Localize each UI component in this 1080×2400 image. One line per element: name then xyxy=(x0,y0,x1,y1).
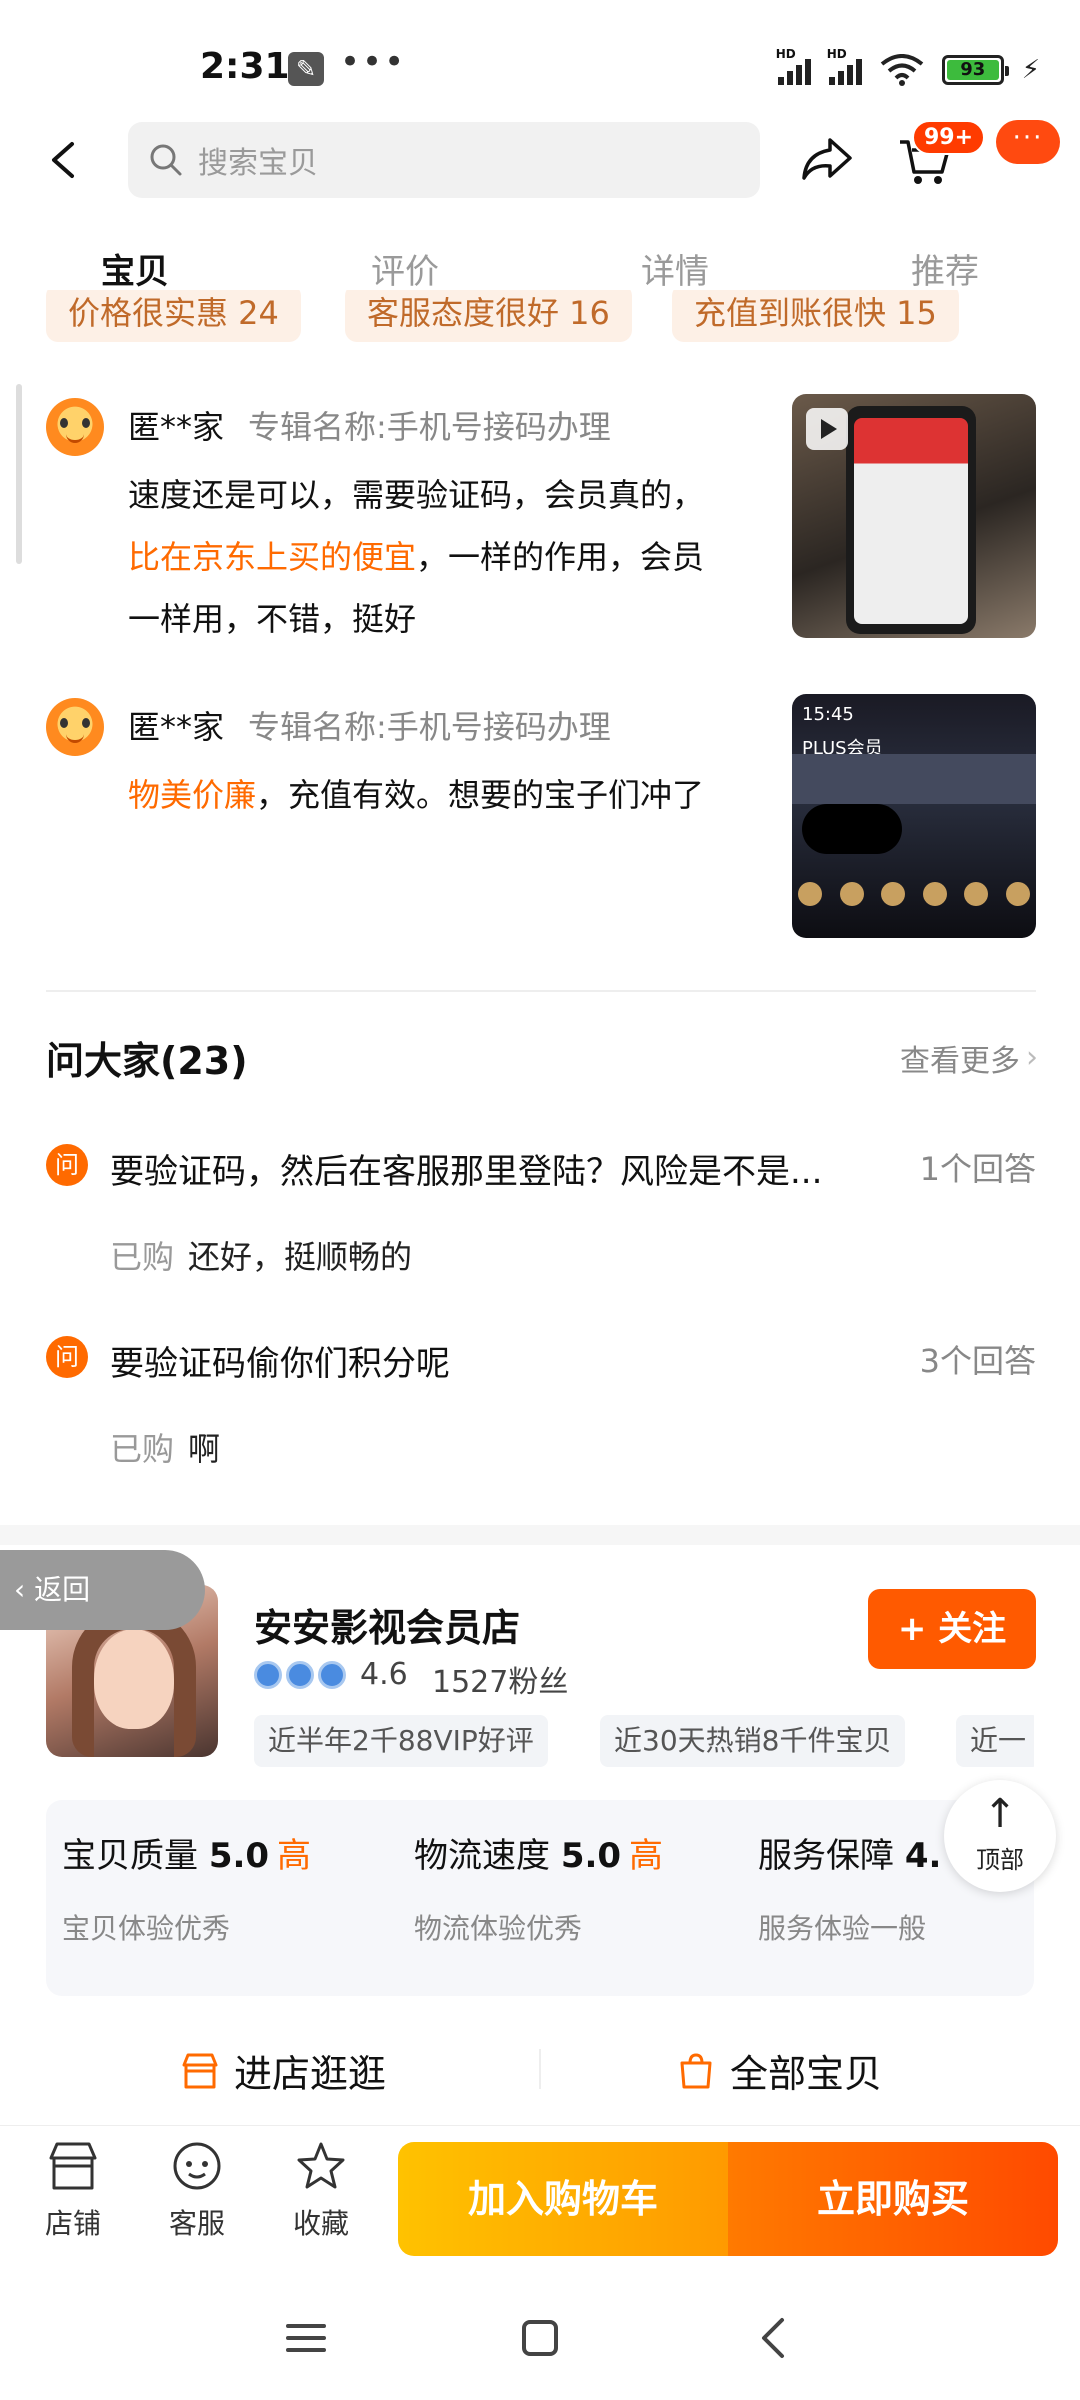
shop-fans: 1527粉丝 xyxy=(432,1665,569,1700)
review-item[interactable]: 匿**家 专辑名称:手机号接码办理 物美价廉，充值有效。想要的宝子们冲了 15:… xyxy=(46,694,1036,944)
more-menu-button[interactable]: ··· xyxy=(996,120,1060,164)
avatar xyxy=(46,698,104,756)
qa-more-link[interactable]: 查看更多 xyxy=(900,1036,1020,1080)
service-icon xyxy=(173,2142,221,2190)
ask-everyone-section: 问大家(23) 查看更多 › 问 要验证码，然后在客服那里登陆？风险是不是...… xyxy=(0,990,1080,1525)
review-user: 匿**家 xyxy=(128,708,225,746)
battery-icon: 93 xyxy=(941,55,1009,85)
divider xyxy=(539,2049,541,2089)
score-service: 服务保障 4. 服务体验一般 xyxy=(758,1836,942,1945)
menu-icon[interactable] xyxy=(276,2308,336,2368)
score-quality: 宝贝质量 5.0 高 宝贝体验优秀 xyxy=(62,1836,312,1945)
bottom-action-bar: 店铺 客服 收藏 加入购物车 立即购买 xyxy=(0,2125,1080,2270)
shop-rating: 4.6 xyxy=(360,1657,408,1692)
avatar xyxy=(46,398,104,456)
question-text: 要验证码偷你们积分呢 xyxy=(110,1344,450,1384)
answer-text: 还好，挺顺畅的 xyxy=(188,1238,413,1276)
status-bar: 2:31 ✎ ••• HD HD 93 ⚡ xyxy=(0,0,1080,120)
chevron-right-icon: › xyxy=(1026,1040,1038,1075)
score-logistics: 物流速度 5.0 高 物流体验优秀 xyxy=(414,1836,664,1945)
review-tags: 价格很实惠 24 客服态度很好 16 充值到账很快 15 xyxy=(0,290,1080,350)
wrench-icon: ✎ xyxy=(288,52,324,86)
review-image-thumbnail[interactable]: 15:45 PLUS会员 xyxy=(792,694,1036,938)
favorite-button[interactable]: 收藏 xyxy=(276,2138,366,2242)
answer-count: 1个回答 xyxy=(919,1150,1036,1188)
answer-count: 3个回答 xyxy=(919,1342,1036,1380)
buy-now-button[interactable]: 立即购买 xyxy=(728,2142,1058,2256)
review-sku: 专辑名称:手机号接码办理 xyxy=(248,708,611,746)
status-icons: HD HD 93 ⚡ xyxy=(776,47,1040,90)
back-to-top-button[interactable]: ↑ 顶部 xyxy=(944,1780,1056,1892)
bag-icon xyxy=(680,2052,712,2088)
signal-icon-2: HD xyxy=(827,47,862,85)
answer-text: 啊 xyxy=(188,1430,221,1468)
question-text: 要验证码，然后在客服那里登陆？风险是不是... xyxy=(110,1152,823,1192)
play-icon xyxy=(806,408,848,450)
signal-icon: HD xyxy=(776,47,811,85)
shop-score-card: 宝贝质量 5.0 高 宝贝体验优秀 物流速度 5.0 高 物流体验优秀 服务保障 4… xyxy=(46,1800,1034,1996)
customer-service-button[interactable]: 客服 xyxy=(152,2138,242,2242)
store-icon xyxy=(49,2142,97,2190)
more-notifications-icon: ••• xyxy=(340,42,407,82)
question-row[interactable]: 问 要验证码，然后在客服那里登陆？风险是不是... 1个回答 xyxy=(46,1140,1036,1192)
enter-store-link[interactable]: 进店逛逛 xyxy=(180,2043,386,2098)
review-highlight: 物美价廉 xyxy=(128,776,257,814)
divider xyxy=(46,990,1036,992)
answer-row: 已购啊 xyxy=(110,1424,220,1470)
store-icon xyxy=(182,2053,218,2088)
review-tag[interactable]: 充值到账很快 15 xyxy=(672,290,959,342)
return-button[interactable]: ‹ 返回 xyxy=(0,1550,205,1630)
shop-tag: 近30天热销8千件宝贝 xyxy=(600,1715,906,1767)
question-icon: 问 xyxy=(46,1336,88,1378)
purchased-tag: 已购 xyxy=(110,1430,175,1468)
scroll-indicator xyxy=(16,384,22,564)
question-row[interactable]: 问 要验证码偷你们积分呢 3个回答 xyxy=(46,1332,1036,1384)
search-input[interactable]: 搜索宝贝 xyxy=(128,122,760,198)
wifi-icon xyxy=(880,54,924,86)
question-icon: 问 xyxy=(46,1144,88,1186)
back-icon[interactable] xyxy=(744,2308,804,2368)
answer-row: 已购 还好，挺顺畅的 xyxy=(110,1232,412,1278)
review-highlight: 比在京东上买的便宜 xyxy=(128,538,417,576)
shop-section: ‹ 返回 安安影视会员店 + 关注 4.6 1527粉丝 近半年2千88VIP好… xyxy=(0,1545,1080,2125)
shop-tag: 近半年2千88VIP好评 xyxy=(254,1715,548,1767)
review-tag[interactable]: 客服态度很好 16 xyxy=(345,290,632,342)
cart-badge: 99+ xyxy=(912,120,986,155)
review-text: 物美价廉，充值有效。想要的宝子们冲了 xyxy=(128,776,705,814)
review-tag[interactable]: 价格很实惠 24 xyxy=(46,290,301,342)
search-icon xyxy=(150,144,182,176)
search-placeholder: 搜索宝贝 xyxy=(198,146,318,181)
review-sku: 专辑名称:手机号接码办理 xyxy=(248,408,611,446)
arrow-up-icon: ↑ xyxy=(983,1791,1017,1837)
shop-links: 进店逛逛 全部宝贝 xyxy=(0,2015,1080,2115)
purchased-tag: 已购 xyxy=(110,1238,175,1276)
store-button[interactable]: 店铺 xyxy=(28,2138,118,2242)
shop-tags: 近半年2千88VIP好评 近30天热销8千件宝贝 近一 xyxy=(254,1715,1034,1769)
share-icon[interactable] xyxy=(800,134,854,184)
shop-level-medals xyxy=(254,1661,346,1689)
qa-title: 问大家(23) xyxy=(46,1039,248,1083)
shop-name[interactable]: 安安影视会员店 xyxy=(254,1597,520,1652)
review-text: 速度还是可以，需要验证码，会员真的，比在京东上买的便宜，一样的作用，会员一样用，… xyxy=(128,476,705,638)
system-nav-bar xyxy=(0,2270,1080,2400)
review-user: 匿**家 xyxy=(128,408,225,446)
status-time: 2:31 xyxy=(200,46,290,87)
star-icon xyxy=(297,2142,345,2189)
review-item[interactable]: 匿**家 专辑名称:手机号接码办理 速度还是可以，需要验证码，会员真的，比在京东… xyxy=(46,394,1036,644)
review-video-thumbnail[interactable] xyxy=(792,394,1036,638)
back-arrow-icon[interactable] xyxy=(44,140,84,180)
review-list: 匿**家 专辑名称:手机号接码办理 速度还是可以，需要验证码，会员真的，比在京东… xyxy=(0,350,1080,990)
all-items-link[interactable]: 全部宝贝 xyxy=(676,2043,882,2098)
follow-button[interactable]: + 关注 xyxy=(868,1589,1036,1669)
shop-tag: 近一 xyxy=(956,1715,1034,1767)
home-icon[interactable] xyxy=(510,2308,570,2368)
charging-icon: ⚡ xyxy=(1021,55,1040,85)
add-to-cart-button[interactable]: 加入购物车 xyxy=(398,2142,728,2256)
